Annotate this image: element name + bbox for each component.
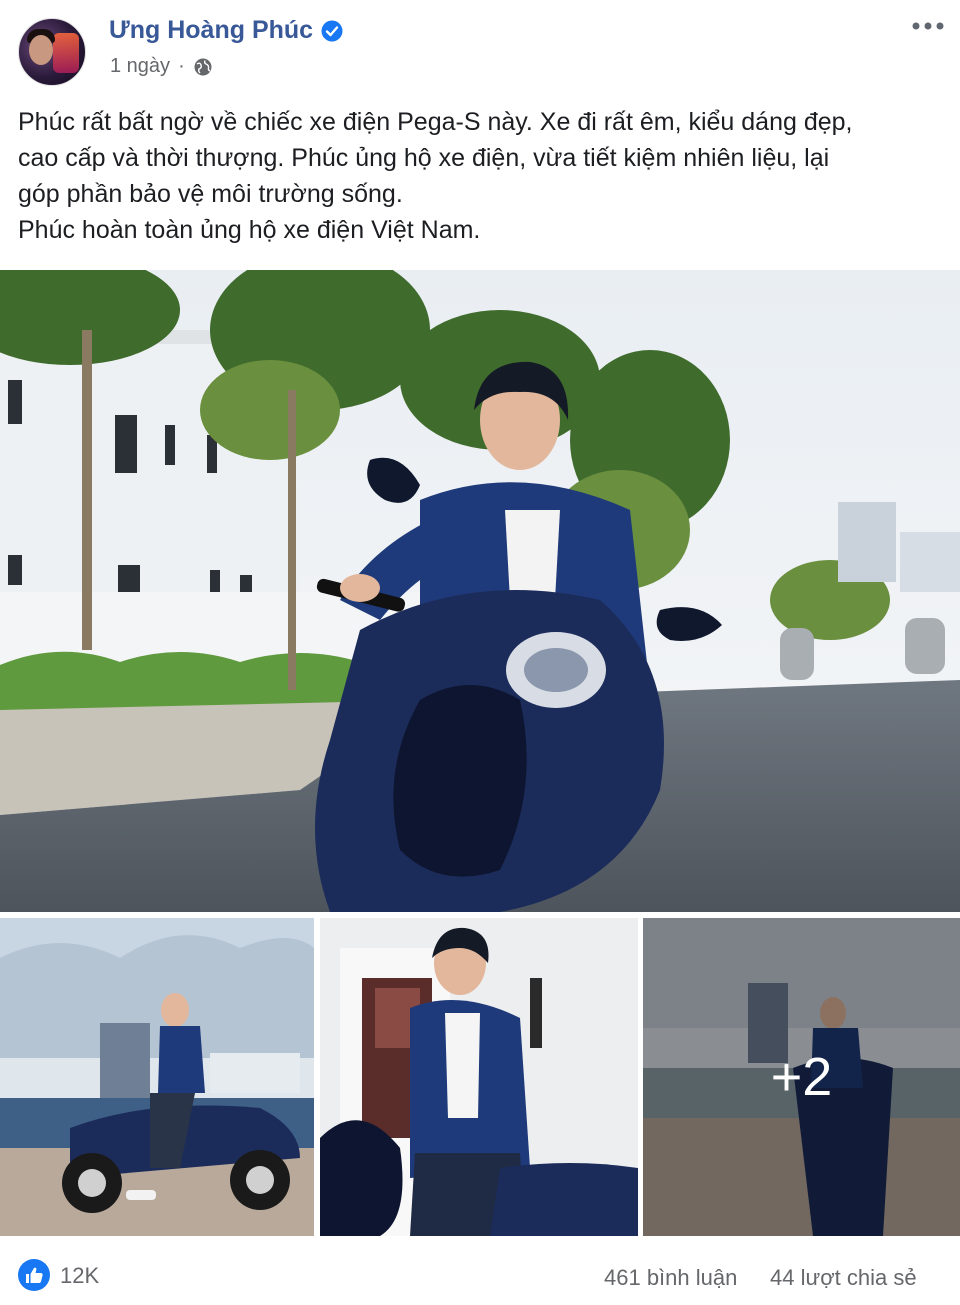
- post-text-line: Phúc hoàn toàn ủng hộ xe điện Việt Nam.: [18, 216, 481, 244]
- photo-thumbnail[interactable]: [320, 918, 638, 1236]
- author-name-row: Ưng Hoàng Phúc: [109, 16, 343, 45]
- main-photo[interactable]: [0, 270, 960, 912]
- photo-thumbnail[interactable]: [0, 918, 314, 1236]
- like-reaction-icon[interactable]: [18, 1259, 50, 1291]
- author-avatar[interactable]: [18, 18, 86, 86]
- meta-separator: ·: [178, 55, 185, 77]
- post-header: Ưng Hoàng Phúc 1 ngày ·: [0, 0, 960, 95]
- post-meta: 1 ngày ·: [110, 55, 213, 78]
- post-text-line: cao cấp và thời thượng. Phúc ủng hộ xe đ…: [18, 144, 830, 172]
- post-time[interactable]: 1 ngày: [110, 55, 170, 78]
- comment-count[interactable]: 461 bình luận: [604, 1265, 737, 1291]
- share-count[interactable]: 44 lượt chia sẻ: [770, 1265, 917, 1291]
- more-photos-count: +2: [770, 1047, 833, 1107]
- author-name[interactable]: Ưng Hoàng Phúc: [109, 16, 313, 45]
- like-count[interactable]: 12K: [60, 1263, 99, 1289]
- post-text-line: Phúc rất bất ngờ về chiếc xe điện Pega-S…: [18, 108, 853, 136]
- more-options-icon[interactable]: [908, 6, 948, 46]
- more-photos-overlay[interactable]: +2: [643, 918, 960, 1236]
- avatar-background: [53, 33, 79, 73]
- globe-icon[interactable]: [193, 57, 213, 77]
- post-footer: 12K 461 bình luận 44 lượt chia sẻ: [0, 1255, 960, 1301]
- post-text-line: góp phần bảo vệ môi trường sống.: [18, 180, 403, 208]
- avatar-face: [29, 35, 53, 65]
- photo-thumbnail-more[interactable]: +2: [643, 918, 960, 1236]
- verified-badge-icon: [321, 20, 343, 41]
- post-text: Phúc rất bất ngờ về chiếc xe điện Pega-S…: [18, 104, 948, 248]
